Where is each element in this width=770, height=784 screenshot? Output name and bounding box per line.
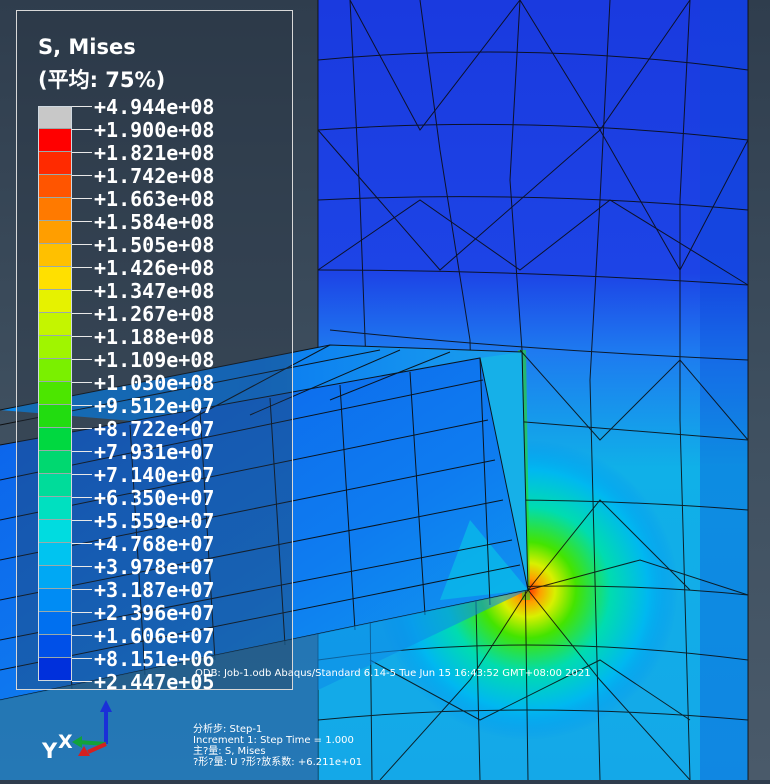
legend-tick [72, 106, 92, 107]
legend-tick [72, 382, 92, 383]
legend-tick [72, 290, 92, 291]
legend-tick [72, 359, 92, 360]
legend-tick [72, 681, 92, 682]
axis-triad: Y X [41, 700, 112, 763]
legend-tick [72, 658, 92, 659]
legend-label: +4.944e+08 [94, 95, 215, 119]
legend-label: +4.768e+07 [94, 532, 215, 556]
legend-label: +6.350e+07 [94, 486, 215, 510]
legend-tick [72, 635, 92, 636]
legend-label: +1.347e+08 [94, 279, 215, 303]
triad-x-label: X [58, 731, 73, 753]
deformed-variable-info: ?形?量: U ?形?放系数: +6.211e+01 [193, 757, 363, 768]
legend-label: +1.505e+08 [94, 233, 215, 257]
legend-title: S, Mises [38, 35, 136, 59]
legend-tick [72, 451, 92, 452]
legend-label: +3.187e+07 [94, 578, 215, 602]
step-info: 分析步: Step-1 [193, 724, 263, 735]
legend-tick [72, 474, 92, 475]
legend-label: +8.722e+07 [94, 417, 215, 441]
triad-x-arrowhead [72, 736, 82, 748]
legend-label: +1.584e+08 [94, 210, 215, 234]
legend-label: +1.742e+08 [94, 164, 215, 188]
legend-label: +1.426e+08 [94, 256, 215, 280]
legend-label: +1.188e+08 [94, 325, 215, 349]
legend-tick [72, 566, 92, 567]
legend-label: +2.396e+07 [94, 601, 215, 625]
legend-tick [72, 405, 92, 406]
legend-tick [72, 152, 92, 153]
legend-tick [72, 313, 92, 314]
legend-label: +1.030e+08 [94, 371, 215, 395]
legend-tick [72, 267, 92, 268]
legend-label: +9.512e+07 [94, 394, 215, 418]
legend-label: +1.663e+08 [94, 187, 215, 211]
legend-label: +5.559e+07 [94, 509, 215, 533]
triad-z-arrowhead [100, 700, 112, 712]
legend-label: +3.978e+07 [94, 555, 215, 579]
legend-label: +1.267e+08 [94, 302, 215, 326]
legend-tick [72, 198, 92, 199]
legend-label: +7.140e+07 [94, 463, 215, 487]
legend-subtitle: (平均: 75%) [38, 68, 166, 92]
primary-variable-info: 主?量: S, Mises [193, 746, 266, 757]
triad-y-label: Y [41, 739, 58, 763]
legend-tick [72, 336, 92, 337]
legend-tick [72, 497, 92, 498]
legend-label: +1.109e+08 [94, 348, 215, 372]
legend-label: +7.931e+07 [94, 440, 215, 464]
legend-label: +1.900e+08 [94, 118, 215, 142]
legend-tick [72, 244, 92, 245]
legend-tick [72, 589, 92, 590]
color-scale-outline [38, 106, 72, 681]
legend-tick [72, 543, 92, 544]
legend-label: +8.151e+06 [94, 647, 215, 671]
legend-label: +1.606e+07 [94, 624, 215, 648]
legend-tick [72, 520, 92, 521]
legend-tick [72, 221, 92, 222]
legend-tick [72, 129, 92, 130]
legend-tick [72, 612, 92, 613]
odb-info-line: ODB: Job-1.odb Abaqus/Standard 6.14-5 Tu… [195, 668, 591, 679]
legend-tick [72, 428, 92, 429]
legend-tick [72, 175, 92, 176]
increment-info: Increment 1: Step Time = 1.000 [193, 735, 354, 746]
legend-label: +1.821e+08 [94, 141, 215, 165]
